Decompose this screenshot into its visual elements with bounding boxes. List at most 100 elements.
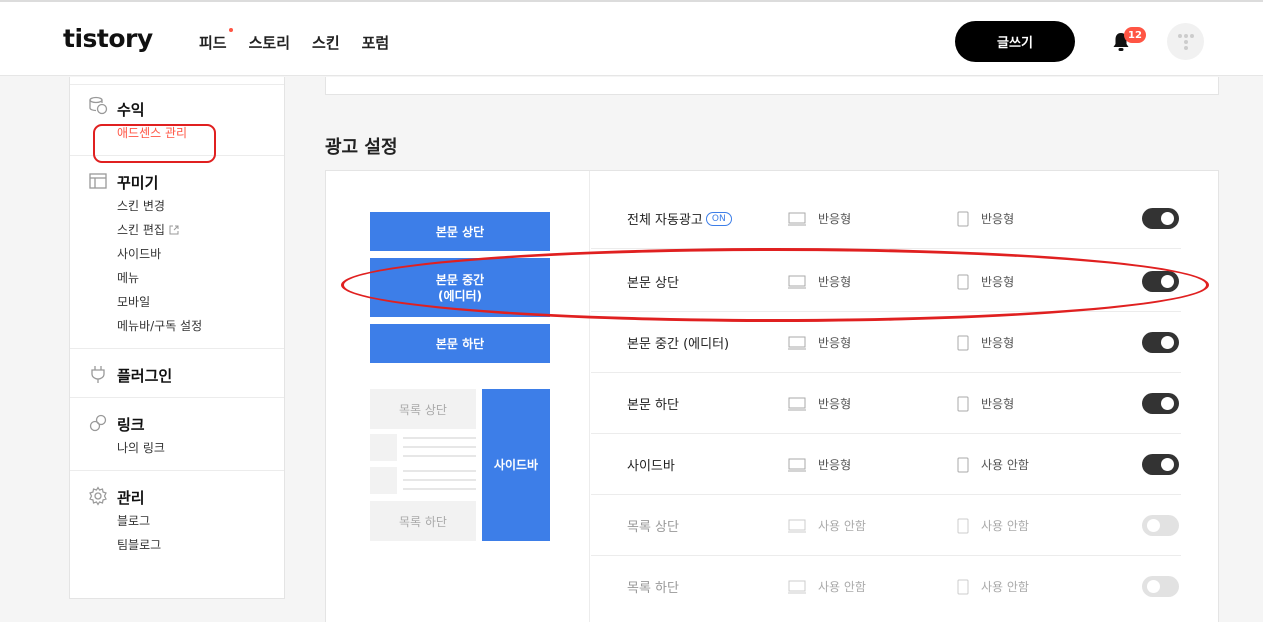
sidebar-section-decorate: 꾸미기 스킨 변경 스킨 편집 사이드바 메뉴 모바일 메뉴바/구독 설정: [70, 156, 284, 349]
toggle-switch[interactable]: [1142, 454, 1179, 475]
mobile-setting[interactable]: 사용 안함: [957, 434, 1029, 495]
preview-line: [403, 488, 476, 490]
section-title-ad-settings: 광고 설정: [325, 137, 398, 158]
toggle-knob: [1147, 580, 1160, 593]
new-dot: [228, 28, 233, 32]
ad-row-label-text: 전체 자동광고: [627, 213, 703, 228]
desktop-icon: [788, 580, 806, 593]
mobile-value: 사용 안함: [981, 580, 1029, 594]
toggle-switch[interactable]: [1142, 515, 1179, 536]
desktop-icon: [788, 212, 806, 225]
sidebar-title-revenue[interactable]: 수익: [117, 99, 145, 120]
mobile-icon: [957, 396, 969, 411]
desktop-setting[interactable]: 반응형: [788, 434, 851, 495]
mobile-icon: [957, 335, 969, 350]
sidebar-title-link[interactable]: 링크: [117, 414, 145, 435]
toggle-knob: [1161, 212, 1174, 225]
desktop-setting[interactable]: 사용 안함: [788, 556, 866, 617]
tistory-dots-icon: [1177, 33, 1194, 50]
desktop-icon: [788, 458, 806, 471]
mobile-setting[interactable]: 사용 안함: [957, 556, 1029, 617]
ad-row-label: 본문 하단: [627, 398, 679, 413]
desktop-value: 사용 안함: [818, 519, 866, 533]
toggle-knob: [1161, 458, 1174, 471]
sidebar-item-my-link[interactable]: 나의 링크: [117, 436, 284, 460]
mobile-setting[interactable]: 반응형: [957, 188, 1014, 249]
mobile-value: 반응형: [981, 336, 1015, 350]
nav-feed-label: 피드: [199, 34, 227, 52]
on-badge: ON: [705, 211, 732, 226]
sidebar-item-sidebar[interactable]: 사이드바: [117, 242, 284, 266]
mobile-icon: [957, 518, 969, 533]
sidebar-item-mobile[interactable]: 모바일: [117, 290, 284, 314]
sidebar-title-plugin[interactable]: 플러그인: [117, 365, 172, 386]
ad-row-list-top: 목록 상단 사용 안함 사용 안함: [591, 495, 1181, 556]
toggle-switch[interactable]: [1142, 208, 1179, 229]
sidebar-title-decorate[interactable]: 꾸미기: [117, 172, 158, 193]
sidebar-item-blog[interactable]: 블로그: [117, 509, 284, 533]
sidebar-title-manage[interactable]: 관리: [117, 487, 145, 508]
desktop-setting[interactable]: 반응형: [788, 188, 851, 249]
ad-row-body-bottom: 본문 하단 반응형 반응형: [591, 373, 1181, 434]
preview-line: [403, 479, 476, 481]
preview-line: [403, 455, 476, 457]
toggle-switch[interactable]: [1142, 576, 1179, 597]
preview-body-top[interactable]: 본문 상단: [370, 212, 550, 251]
desktop-setting[interactable]: 사용 안함: [788, 495, 866, 556]
ad-row-body-middle: 본문 중간 (에디터) 반응형 반응형: [591, 312, 1181, 373]
layout-icon: [89, 173, 107, 189]
coins-icon: [89, 96, 108, 115]
write-button[interactable]: 글쓰기: [955, 21, 1075, 62]
ad-row-label: 사이드바: [627, 459, 675, 474]
preview-line: [403, 437, 476, 439]
preview-line: [403, 470, 476, 472]
preview-list-bottom[interactable]: 목록 하단: [370, 501, 476, 541]
nav-forum[interactable]: 포럼: [362, 32, 390, 53]
annotation-box: [93, 124, 216, 163]
mobile-icon: [957, 211, 969, 226]
ad-row-auto: 전체 자동광고 ON 반응형 반응형: [591, 188, 1181, 249]
desktop-value: 반응형: [818, 458, 852, 472]
preview-thumb: [370, 434, 397, 461]
preview-body-bottom[interactable]: 본문 하단: [370, 324, 550, 363]
top-header: tistory 피드 스토리 스킨 포럼 글쓰기 12: [0, 0, 1263, 76]
preview-sidebar[interactable]: 사이드바: [482, 389, 550, 541]
toggle-knob: [1147, 519, 1160, 532]
mobile-value: 반응형: [981, 397, 1015, 411]
previous-card: [325, 77, 1219, 95]
desktop-setting[interactable]: 반응형: [788, 373, 851, 434]
external-link-icon: [169, 225, 179, 235]
mobile-value: 사용 안함: [981, 458, 1029, 472]
sidebar-item-skin-edit[interactable]: 스킨 편집: [117, 218, 284, 242]
annotation-oval: [341, 248, 1209, 322]
main-nav: 피드 스토리 스킨 포럼: [199, 28, 411, 53]
preview-line: [403, 446, 476, 448]
sidebar-item-menubar[interactable]: 메뉴바/구독 설정: [117, 314, 284, 338]
ad-preview-pane: 본문 상단 본문 중간 (에디터) 본문 하단 목록 상단 목록 하단 사이드바: [326, 171, 590, 622]
sidebar-section-link: 링크 나의 링크: [70, 398, 284, 471]
sidebar-item-menu[interactable]: 메뉴: [117, 266, 284, 290]
desktop-icon: [788, 397, 806, 410]
sidebar-item-team-blog[interactable]: 팀블로그: [117, 533, 284, 557]
avatar[interactable]: [1167, 23, 1204, 60]
desktop-value: 사용 안함: [818, 580, 866, 594]
desktop-icon: [788, 519, 806, 532]
toggle-switch[interactable]: [1142, 332, 1179, 353]
ad-row-label: 목록 하단: [627, 581, 679, 596]
mobile-setting[interactable]: 반응형: [957, 373, 1014, 434]
mobile-setting[interactable]: 반응형: [957, 312, 1014, 373]
nav-feed[interactable]: 피드: [199, 28, 233, 53]
nav-story[interactable]: 스토리: [249, 32, 290, 53]
nav-skin[interactable]: 스킨: [312, 32, 340, 53]
mobile-setting[interactable]: 사용 안함: [957, 495, 1029, 556]
notification-badge: 12: [1124, 27, 1146, 43]
preview-thumb: [370, 467, 397, 494]
tistory-logo[interactable]: tistory: [63, 24, 153, 53]
mobile-value: 사용 안함: [981, 519, 1029, 533]
toggle-switch[interactable]: [1142, 393, 1179, 414]
sidebar-item-skin-change[interactable]: 스킨 변경: [117, 194, 284, 218]
desktop-value: 반응형: [818, 397, 852, 411]
ad-settings-card: 본문 상단 본문 중간 (에디터) 본문 하단 목록 상단 목록 하단 사이드바…: [325, 170, 1219, 622]
sidebar-section-manage: 관리 블로그 팀블로그: [70, 471, 284, 567]
preview-list-top[interactable]: 목록 상단: [370, 389, 476, 429]
